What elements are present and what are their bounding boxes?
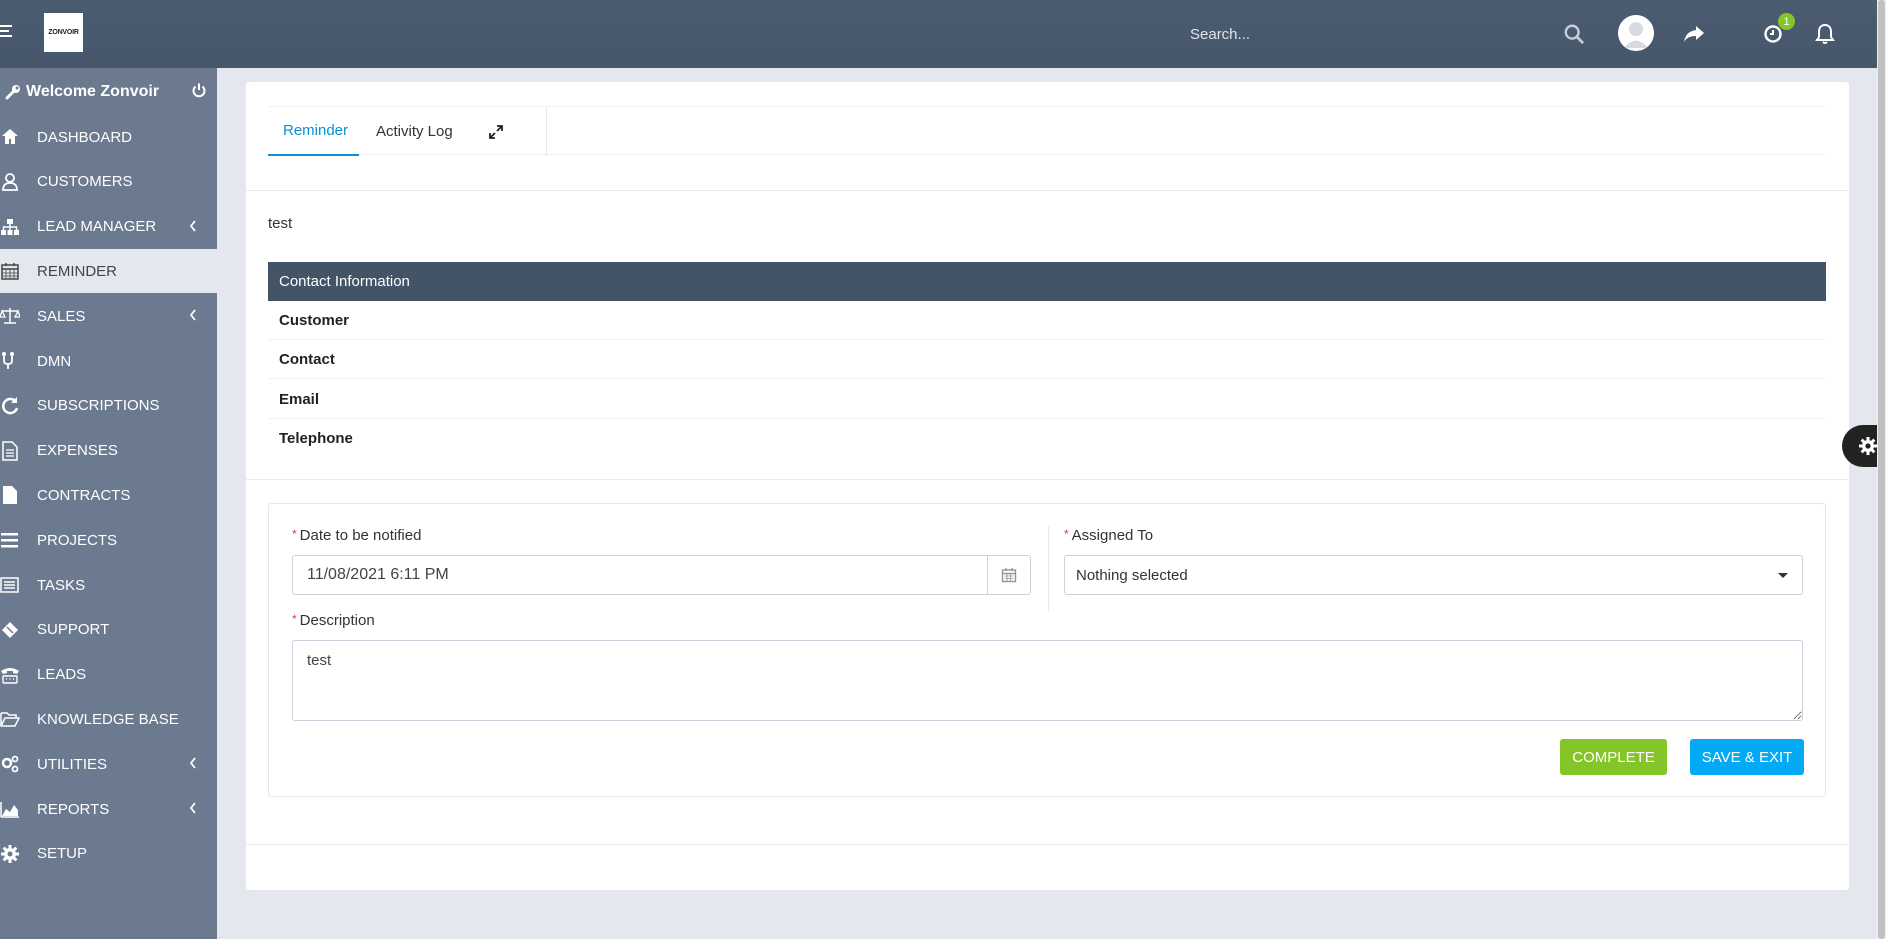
sidebar-item-label: TASKS	[37, 576, 86, 594]
share-icon[interactable]	[1680, 20, 1708, 48]
sidebar-item-label: LEADS	[37, 666, 87, 684]
fork-icon	[0, 351, 37, 371]
sidebar-item-lead-manager[interactable]: LEAD MANAGER	[0, 205, 217, 249]
cogs-icon	[0, 754, 37, 774]
contact-information-heading: Contact Information	[268, 262, 1826, 301]
top-bar: ZONVOIR 1	[0, 0, 1886, 68]
avatar[interactable]	[1618, 15, 1654, 51]
bars-icon	[0, 530, 37, 550]
sidebar: Welcome Zonvoir DASHBOARD CUSTOMERS LEAD M…	[0, 68, 217, 939]
sidebar-item-tasks[interactable]: TASKS	[0, 563, 217, 607]
search-input[interactable]	[1180, 18, 1540, 50]
sidebar-item-customers[interactable]: CUSTOMERS	[0, 160, 217, 204]
contact-row-telephone: Telephone	[279, 430, 353, 447]
menu-toggle-icon[interactable]	[0, 22, 14, 42]
sidebar-item-setup[interactable]: SETUP	[0, 832, 217, 876]
sidebar-item-contracts[interactable]: CONTRACTS	[0, 473, 217, 517]
wrench-icon	[0, 84, 26, 100]
sitemap-icon	[0, 217, 37, 237]
logo[interactable]: ZONVOIR	[44, 13, 83, 52]
assigned-to-value: Nothing selected	[1076, 566, 1188, 584]
date-label: * Date to be notified	[292, 527, 422, 544]
scrollbar-thumb[interactable]	[1878, 0, 1885, 939]
divider	[246, 479, 1849, 480]
sidebar-item-label: CUSTOMERS	[37, 173, 133, 191]
area-chart-icon	[0, 799, 37, 819]
tab-reminder[interactable]: Reminder	[268, 107, 359, 156]
chevron-left-icon	[189, 801, 197, 817]
sidebar-item-utilities[interactable]: UTILITIES	[0, 742, 217, 786]
tab-divider	[546, 107, 547, 156]
balance-scale-icon	[0, 306, 37, 326]
tab-activity-log[interactable]: Activity Log	[376, 107, 453, 156]
file-text-icon	[0, 440, 37, 461]
tasks-icon	[0, 575, 37, 595]
chevron-left-icon	[189, 308, 197, 324]
reminder-title: test	[268, 215, 293, 232]
sidebar-item-label: REPORTS	[37, 800, 110, 818]
date-field[interactable]	[292, 555, 988, 595]
home-icon	[0, 127, 37, 147]
reminder-card: Reminder Activity Log test Contact Infor…	[246, 82, 1849, 890]
complete-button[interactable]: COMPLETE	[1560, 739, 1667, 775]
sidebar-item-label: CONTRACTS	[37, 486, 131, 504]
divider	[246, 190, 1849, 191]
column-divider	[1048, 526, 1049, 612]
sidebar-item-subscriptions[interactable]: SUBSCRIPTIONS	[0, 384, 217, 428]
expand-icon[interactable]	[489, 107, 503, 156]
sidebar-item-sales[interactable]: SALES	[0, 294, 217, 338]
description-field[interactable]: test	[292, 640, 1803, 721]
sidebar-item-label: SETUP	[37, 845, 88, 863]
folder-open-icon	[0, 709, 37, 729]
calendar-icon[interactable]	[987, 555, 1031, 595]
sidebar-item-label: SALES	[37, 307, 86, 325]
sidebar-item-label: PROJECTS	[37, 531, 118, 549]
sidebar-item-support[interactable]: SUPPORT	[0, 608, 217, 652]
search-icon[interactable]	[1560, 20, 1588, 48]
sidebar-item-label: REMINDER	[37, 262, 118, 280]
sidebar-item-reports[interactable]: REPORTS	[0, 787, 217, 831]
tty-icon	[0, 665, 37, 685]
sidebar-item-leads[interactable]: LEADS	[0, 653, 217, 697]
cog-icon	[0, 844, 37, 864]
tab-bar: Reminder Activity Log	[268, 106, 1825, 156]
assigned-label: * Assigned To	[1064, 527, 1154, 544]
user-icon	[0, 172, 37, 192]
sidebar-item-dmn[interactable]: DMN	[0, 339, 217, 383]
bell-icon[interactable]	[1811, 20, 1839, 48]
sidebar-item-label: KNOWLEDGE BASE	[37, 710, 179, 728]
page-scrollbar[interactable]	[1877, 0, 1886, 939]
chevron-left-icon	[189, 756, 197, 772]
sidebar-item-expenses[interactable]: EXPENSES	[0, 429, 217, 473]
chevron-left-icon	[189, 219, 197, 235]
refresh-icon	[0, 396, 37, 416]
caret-down-icon	[1778, 573, 1788, 578]
sidebar-item-label: DASHBOARD	[37, 128, 133, 146]
sidebar-item-knowledge-base[interactable]: KNOWLEDGE BASE	[0, 697, 217, 741]
contact-row-email: Email	[268, 380, 1826, 419]
sidebar-item-label: DMN	[37, 352, 72, 370]
sidebar-item-label: SUPPORT	[37, 621, 110, 639]
notification-count-badge: 1	[1778, 13, 1795, 30]
sidebar-item-label: UTILITIES	[37, 755, 108, 773]
file-icon	[0, 485, 37, 505]
sidebar-item-label: LEAD MANAGER	[37, 218, 157, 236]
assigned-to-select[interactable]: Nothing selected	[1064, 555, 1803, 595]
power-icon[interactable]	[191, 82, 207, 103]
sidebar-item-dashboard[interactable]: DASHBOARD	[0, 115, 217, 159]
contact-row-customer: Customer	[268, 301, 1826, 340]
calendar-icon	[0, 261, 37, 281]
sidebar-item-reminder[interactable]: REMINDER	[0, 249, 217, 294]
reminder-form: *Date to be notified *Assigned To Nothin…	[268, 503, 1826, 797]
sidebar-item-label: EXPENSES	[37, 442, 118, 460]
sidebar-item-label: SUBSCRIPTIONS	[37, 397, 160, 415]
save-exit-button[interactable]: SAVE & EXIT	[1690, 739, 1804, 775]
welcome-text: Welcome Zonvoir	[26, 82, 160, 100]
description-label: * Description	[292, 612, 375, 629]
contact-row-contact: Contact	[268, 340, 1826, 379]
welcome-row: Welcome Zonvoir	[0, 68, 217, 115]
divider	[246, 844, 1849, 845]
sidebar-item-projects[interactable]: PROJECTS	[0, 518, 217, 562]
ticket-icon	[0, 620, 37, 640]
